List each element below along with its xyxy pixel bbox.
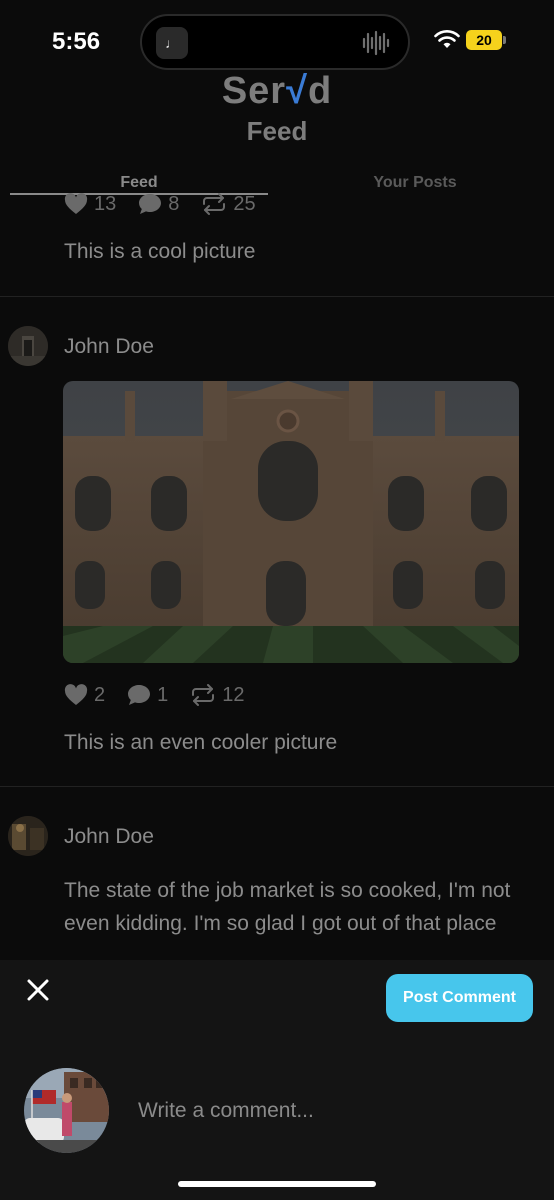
user-avatar[interactable] [24, 1068, 109, 1153]
comment-bubble-icon [139, 194, 162, 214]
page-title: Feed [246, 116, 308, 146]
comment-input[interactable] [130, 1090, 530, 1132]
comment-count: 1 [157, 683, 169, 706]
post-divider [0, 296, 554, 297]
music-app-icon: ♩ [156, 27, 188, 59]
post-author[interactable]: John Doe [64, 335, 154, 359]
post-caption: This is a cool picture [64, 240, 256, 263]
avatar-photo [8, 816, 48, 856]
home-indicator[interactable] [178, 1181, 376, 1187]
like-count: 2 [94, 683, 106, 706]
post-divider [0, 786, 554, 787]
avatar[interactable] [8, 326, 48, 366]
audio-wave-icon [362, 30, 390, 56]
post-comment-button[interactable]: Post Comment [386, 974, 533, 1022]
post-stats: 2 1 12 [64, 682, 267, 708]
logo-check-mark: √ [286, 70, 308, 112]
dynamic-island[interactable]: ♩ [140, 14, 410, 70]
status-bar: 5:56 ♩ 20 [0, 0, 554, 80]
comment-stat[interactable]: 8 [138, 193, 179, 216]
logo-text-suffix: d [307, 70, 333, 112]
heart-icon [64, 193, 88, 214]
post-author[interactable]: John Doe [64, 825, 154, 849]
close-icon[interactable] [26, 978, 50, 1002]
status-time: 5:56 [52, 28, 101, 55]
like-count: 13 [94, 192, 117, 215]
avatar[interactable] [8, 816, 48, 856]
repost-icon [203, 193, 226, 215]
repost-count: 25 [233, 192, 256, 215]
post-text: The state of the job market is so cooked… [64, 879, 511, 935]
post-image[interactable] [63, 381, 519, 663]
heart-icon [64, 684, 88, 705]
repost-stat[interactable]: 25 [201, 192, 256, 216]
battery-icon: 20 [466, 30, 502, 50]
like-stat[interactable]: 13 [64, 193, 116, 216]
repost-icon [192, 684, 215, 706]
repost-count: 12 [222, 683, 245, 706]
app-logo: Ser√d [0, 70, 554, 113]
comment-bubble-icon [128, 685, 151, 705]
repost-stat[interactable]: 12 [190, 683, 245, 707]
user-avatar-photo [24, 1068, 109, 1153]
comment-stat[interactable]: 1 [127, 684, 168, 707]
building-photo [63, 381, 519, 663]
post-stats: 13 8 25 [64, 191, 278, 217]
comment-count: 8 [168, 192, 180, 215]
tab-feed[interactable]: Feed [10, 174, 268, 192]
wifi-icon [434, 30, 460, 48]
avatar-photo [8, 326, 48, 366]
post-caption: This is an even cooler picture [64, 731, 338, 754]
battery-cap [503, 36, 506, 44]
like-stat[interactable]: 2 [64, 684, 105, 707]
tab-your-posts[interactable]: Your Posts [290, 174, 540, 192]
logo-text-prefix: Ser [221, 70, 287, 112]
